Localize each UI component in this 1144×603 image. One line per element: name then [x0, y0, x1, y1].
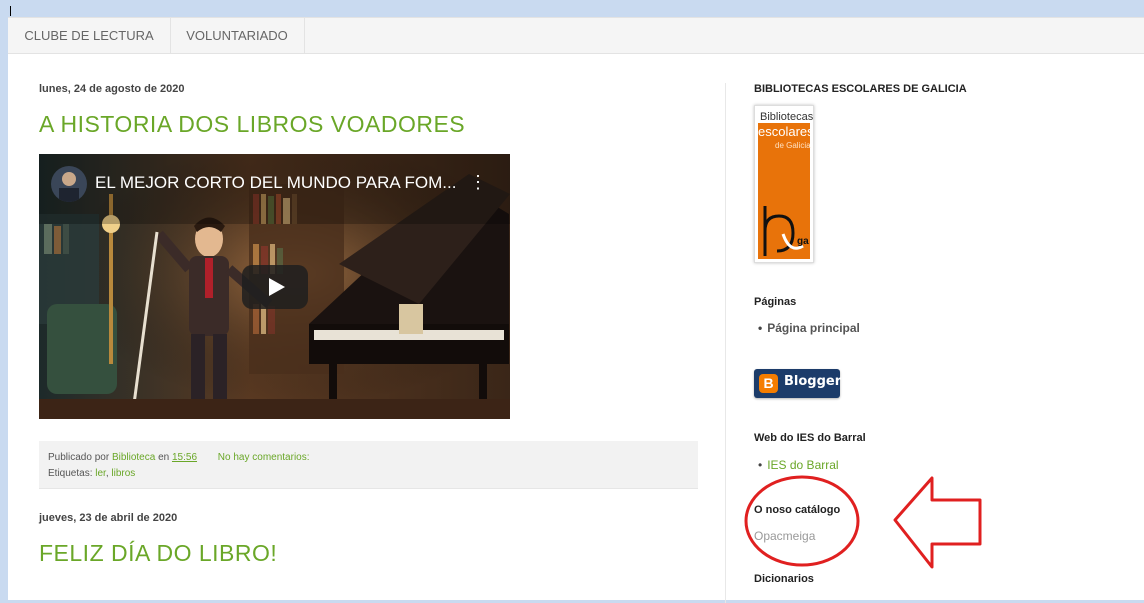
bega-logo-graphic: Bibliotecas escolares de Galicia ga — [758, 109, 814, 259]
at-label: en — [158, 452, 170, 463]
widget-title-catalog: O noso catálogo — [754, 504, 841, 516]
published-by-label: Publicado por — [48, 452, 110, 463]
sidebar-divider — [725, 83, 726, 603]
sidebar-item-pagina-principal[interactable]: Página principal — [758, 321, 860, 335]
blog-page: CLUBE DE LECTURA VOLUNTARIADO lunes, 24 … — [8, 17, 1144, 603]
post-title-link[interactable]: FELIZ DÍA DO LIBRO! — [39, 540, 277, 567]
video-player[interactable]: EL MEJOR CORTO DEL MUNDO PARA FOM... ⋮ — [39, 154, 510, 419]
tab-voluntariado[interactable]: VOLUNTARIADO — [170, 18, 305, 54]
bega-logo-image[interactable]: Bibliotecas escolares de Galicia ga — [754, 105, 814, 263]
catalog-link-opacmeiga[interactable]: Opacmeiga — [754, 529, 815, 543]
post-time-link[interactable]: 15:56 — [172, 452, 197, 463]
post-title-link[interactable]: A HISTORIA DOS LIBROS VOADORES — [39, 111, 465, 138]
post-footer: Publicado por Biblioteca en 15:56 No hay… — [39, 441, 698, 489]
post-meta-line: Publicado por Biblioteca en 15:56 No hay… — [48, 452, 310, 463]
text-cursor — [10, 6, 11, 16]
bega-logo-mark: ga — [797, 236, 809, 247]
blogger-badge-button[interactable]: B Blogger — [754, 369, 842, 398]
channel-avatar[interactable] — [51, 166, 87, 202]
sidebar-item-label: IES do Barral — [767, 458, 839, 472]
tag-separator: , — [105, 468, 109, 479]
bega-logo-line2: escolares — [758, 124, 813, 139]
post-date: lunes, 24 de agosto de 2020 — [39, 83, 185, 95]
top-nav-bar: CLUBE DE LECTURA VOLUNTARIADO — [8, 17, 1144, 54]
blogger-label: Blogger — [784, 374, 842, 389]
blogger-logo-icon: B — [759, 374, 778, 393]
tag-link-ler[interactable]: ler — [95, 468, 106, 479]
author-link[interactable]: Biblioteca — [112, 452, 155, 463]
tag-link-libros[interactable]: libros — [111, 468, 135, 479]
post-date: jueves, 23 de abril de 2020 — [39, 512, 178, 524]
tab-clube-de-lectura[interactable]: CLUBE DE LECTURA — [8, 18, 171, 54]
play-icon[interactable] — [242, 265, 308, 309]
bega-logo-line1: Bibliotecas — [760, 111, 813, 123]
comments-link[interactable]: No hay comentarios: — [218, 452, 310, 463]
widget-title-dictionaries: Dicionarios — [754, 573, 814, 585]
tags-label: Etiquetas: — [48, 468, 93, 479]
post-tags-line: Etiquetas: ler, libros — [48, 468, 135, 479]
widget-title-bega: BIBLIOTECAS ESCOLARES DE GALICIA — [754, 83, 967, 95]
sidebar-item-label: Página principal — [767, 321, 860, 335]
bega-logo-line3: de Galicia — [775, 141, 811, 150]
more-options-icon[interactable]: ⋮ — [469, 172, 487, 193]
sidebar-item-ies-do-barral[interactable]: IES do Barral — [758, 458, 839, 472]
widget-title-pages: Páginas — [754, 296, 797, 308]
widget-title-web: Web do IES do Barral — [754, 432, 866, 444]
video-title[interactable]: EL MEJOR CORTO DEL MUNDO PARA FOM... — [95, 173, 456, 193]
